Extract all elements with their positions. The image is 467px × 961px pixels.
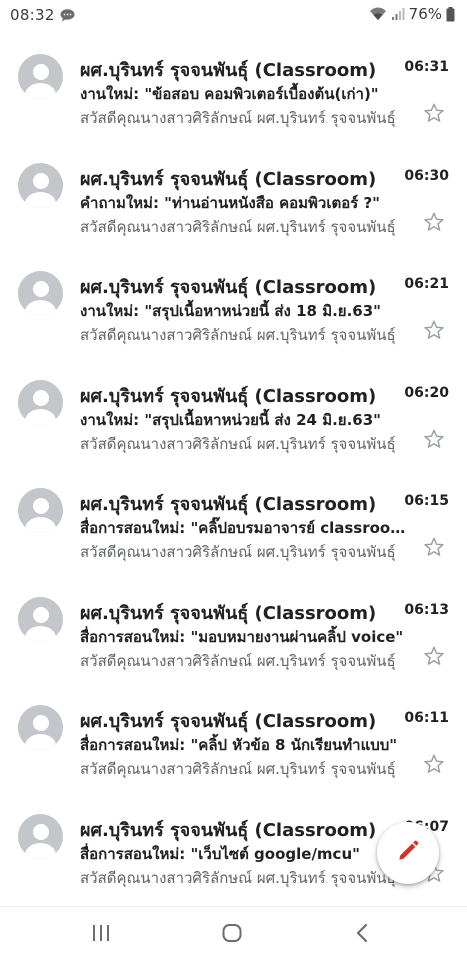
email-row[interactable]: ผศ.บุรินทร์ รุจจนพันธุ์ (Classroom) 06:2… [0, 255, 467, 363]
email-sender: ผศ.บุรินทร์ รุจจนพันธุ์ (Classroom) [80, 385, 377, 407]
email-row[interactable]: ผศ.บุรินทร์ รุจจนพันธุ์ (Classroom) 06:1… [0, 689, 467, 797]
email-sender: ผศ.บุรินทร์ รุจจนพันธุ์ (Classroom) [80, 602, 377, 624]
email-snippet: สวัสดีคุณนางสาวศิริลักษณ์ ผศ.บุรินทร์ รุ… [80, 326, 396, 344]
email-sender: ผศ.บุรินทร์ รุจจนพันธุ์ (Classroom) [80, 819, 377, 841]
battery-text: 76% [408, 5, 442, 23]
email-sender: ผศ.บุรินทร์ รุจจนพันธุ์ (Classroom) [80, 277, 377, 298]
pencil-icon [395, 838, 421, 868]
email-subject: สื่อการสอนใหม่: "คลิ๊ปอบรมอาจารย์ classr… [80, 519, 410, 537]
battery-icon [446, 6, 455, 22]
email-snippet: สวัสดีคุณนางสาวศิริลักษณ์ ผศ.บุรินทร์ รุ… [80, 651, 396, 670]
email-subject: งานใหม่: "ข้อสอบ คอมพิวเตอร์เบื้องต้น(เก… [80, 85, 379, 103]
email-subject: คำถามใหม่: "ท่านอ่านหนังสือ คอมพิวเตอร์ … [80, 193, 380, 212]
star-icon[interactable] [423, 536, 445, 558]
email-subject: สื่อการสอนใหม่: "เว็บไซต์ google/mcu" [80, 844, 360, 863]
email-time: 06:30 [404, 167, 449, 184]
compose-button[interactable] [377, 822, 439, 884]
star-icon[interactable] [423, 428, 445, 450]
email-row[interactable]: ผศ.บุรินทร์ รุจจนพันธุ์ (Classroom) 06:1… [0, 472, 467, 580]
email-row[interactable]: ผศ.บุรินทร์ รุจจนพันธุ์ (Classroom) 06:3… [0, 147, 467, 255]
email-time: 06:21 [404, 276, 449, 292]
email-sender: ผศ.บุรินทร์ รุจจนพันธุ์ (Classroom) [80, 494, 377, 515]
avatar[interactable] [18, 596, 63, 642]
email-subject: สื่อการสอนใหม่: "คลิ้ป หัวข้อ 8 นักเรียน… [80, 736, 398, 754]
email-subject: งานใหม่: "สรุปเนื้อหาหน่วยนี้ ส่ง 18 มิ.… [80, 302, 381, 320]
star-icon[interactable] [423, 211, 445, 233]
email-sender: ผศ.บุรินทร์ รุจจนพันธุ์ (Classroom) [80, 168, 377, 190]
star-icon[interactable] [423, 319, 445, 341]
status-right: 76% [369, 5, 455, 23]
email-snippet: สวัสดีคุณนางสาวศิริลักษณ์ ผศ.บุรินทร์ รุ… [80, 109, 396, 127]
status-bar: 08:32 76% [0, 0, 467, 30]
email-snippet: สวัสดีคุณนางสาวศิริลักษณ์ ผศ.บุรินทร์ รุ… [80, 434, 396, 453]
email-row[interactable]: ผศ.บุรินทร์ รุจจนพันธุ์ (Classroom) 06:1… [0, 581, 467, 689]
star-icon[interactable] [423, 753, 445, 775]
email-sender: ผศ.บุรินทร์ รุจจนพันธุ์ (Classroom) [80, 711, 377, 732]
star-icon[interactable] [423, 645, 445, 667]
email-sender: ผศ.บุรินทร์ รุจจนพันธุ์ (Classroom) [80, 60, 377, 81]
email-snippet: สวัสดีคุณนางสาวศิริลักษณ์ ผศ.บุรินทร์ รุ… [80, 543, 396, 561]
email-row[interactable]: ผศ.บุรินทร์ รุจจนพันธุ์ (Classroom) 06:2… [0, 364, 467, 472]
wifi-icon [369, 7, 387, 21]
avatar[interactable] [18, 379, 63, 425]
email-subject: งานใหม่: "สรุปเนื้อหาหน่วยนี้ ส่ง 24 มิ.… [80, 410, 381, 429]
signal-icon [391, 7, 405, 21]
email-time: 06:13 [404, 601, 449, 618]
email-time: 06:15 [404, 493, 449, 509]
avatar[interactable] [18, 162, 63, 208]
recent-apps-icon[interactable] [90, 921, 112, 949]
email-time: 06:20 [404, 384, 449, 401]
status-time: 08:32 [10, 6, 55, 24]
avatar[interactable] [18, 705, 63, 750]
email-row[interactable]: ผศ.บุรินทร์ รุจจนพันธุ์ (Classroom) 06:3… [0, 38, 467, 146]
back-icon[interactable] [352, 921, 374, 949]
navigation-bar [0, 906, 467, 961]
home-icon[interactable] [220, 921, 244, 949]
chat-bubble-icon [60, 8, 75, 22]
avatar[interactable] [18, 813, 63, 859]
email-snippet: สวัสดีคุณนางสาวศิริลักษณ์ ผศ.บุรินทร์ รุ… [80, 217, 396, 236]
avatar[interactable] [18, 488, 63, 533]
star-icon[interactable] [423, 102, 445, 124]
email-snippet: สวัสดีคุณนางสาวศิริลักษณ์ ผศ.บุรินทร์ รุ… [80, 760, 396, 778]
email-time: 06:31 [404, 59, 449, 75]
avatar[interactable] [18, 271, 63, 316]
avatar[interactable] [18, 54, 63, 99]
email-subject: สื่อการสอนใหม่: "มอบหมายงานผ่านคลิ้ป voi… [80, 627, 404, 646]
email-time: 06:11 [404, 710, 449, 726]
email-snippet: สวัสดีคุณนางสาวศิริลักษณ์ ผศ.บุรินทร์ รุ… [80, 868, 396, 887]
